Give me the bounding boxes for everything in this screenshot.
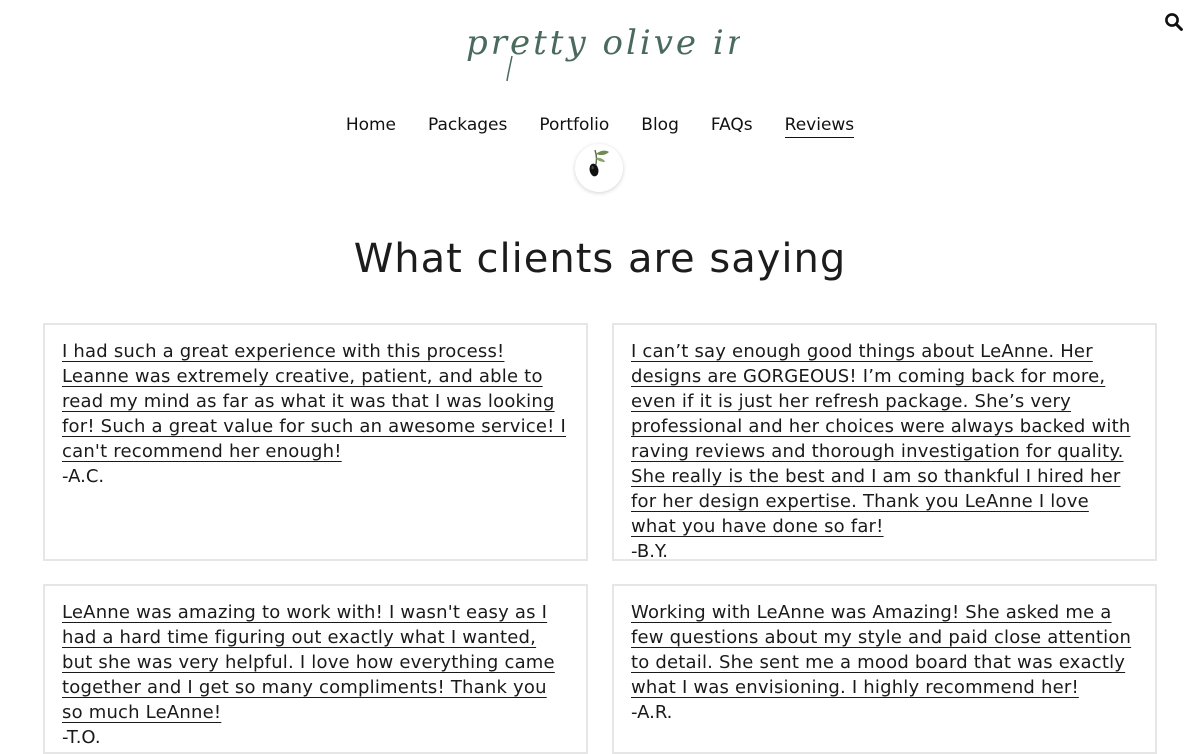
review-card: I had such a great experience with this … — [43, 323, 588, 561]
review-text[interactable]: LeAnne was amazing to work with! I wasn'… — [62, 602, 555, 723]
nav-item-home[interactable]: Home — [346, 113, 396, 138]
review-author: -T.O. — [62, 727, 101, 748]
olive-branch-icon — [589, 149, 609, 177]
review-text[interactable]: Working with LeAnne was Amazing! She ask… — [631, 602, 1131, 698]
site-header: pretty olive interiors — [0, 0, 1200, 100]
review-author: -A.C. — [62, 466, 105, 487]
page-title: What clients are saying — [353, 236, 847, 282]
review-quote: LeAnne was amazing to work with! I wasn'… — [62, 600, 570, 725]
nav-item-packages[interactable]: Packages — [428, 113, 507, 138]
review-author: -A.R. — [631, 702, 673, 723]
review-card: I can’t say enough good things about LeA… — [612, 323, 1157, 562]
review-text[interactable]: I had such a great experience with this … — [62, 341, 566, 462]
logo-text: pretty olive interiors — [466, 23, 740, 63]
search-icon[interactable] — [1164, 12, 1184, 32]
review-text[interactable]: I can’t say enough good things about LeA… — [631, 341, 1130, 537]
nav-item-reviews[interactable]: Reviews — [784, 113, 855, 138]
review-card: Working with LeAnne was Amazing! She ask… — [612, 584, 1157, 754]
nav-item-blog[interactable]: Blog — [641, 113, 679, 138]
nav-item-faqs[interactable]: FAQs — [711, 113, 753, 138]
review-card: LeAnne was amazing to work with! I wasn'… — [43, 584, 588, 754]
review-author: -B.Y. — [631, 541, 668, 562]
review-quote: Working with LeAnne was Amazing! She ask… — [631, 600, 1139, 700]
review-quote: I had such a great experience with this … — [62, 339, 570, 464]
review-quote: I can’t say enough good things about LeA… — [631, 339, 1139, 539]
main-nav: Home Packages Portfolio Blog FAQs Review… — [0, 113, 1200, 138]
olive-badge — [575, 144, 623, 192]
site-logo[interactable]: pretty olive interiors — [460, 10, 740, 85]
logo-graphic: pretty olive interiors — [466, 23, 740, 82]
nav-item-portfolio[interactable]: Portfolio — [539, 113, 609, 138]
